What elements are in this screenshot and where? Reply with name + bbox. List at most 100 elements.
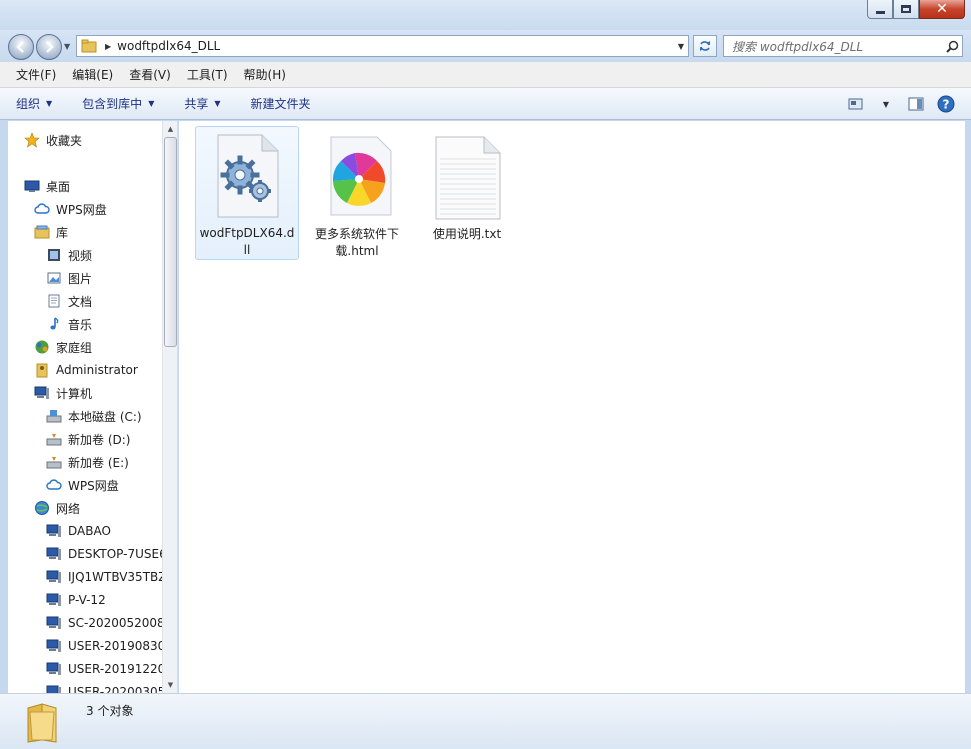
- nav-host-desktop[interactable]: DESKTOP-7USE6: [46, 543, 163, 565]
- nav-network[interactable]: 网络: [34, 497, 80, 519]
- close-icon: ✕: [936, 1, 948, 17]
- computer-icon: [46, 523, 62, 539]
- scrollbar-thumb[interactable]: [164, 137, 177, 347]
- nav-music[interactable]: 音乐: [46, 313, 92, 335]
- scroll-up-icon[interactable]: ▲: [163, 121, 177, 137]
- search-box[interactable]: 搜索 wodftpdlx64_DLL: [723, 35, 963, 57]
- menu-tools[interactable]: 工具(T): [179, 64, 236, 85]
- view-dropdown-button[interactable]: ▼: [875, 93, 897, 115]
- nav-drive-c-label: 本地磁盘 (C:): [68, 409, 142, 424]
- nav-favorites[interactable]: 收藏夹: [24, 129, 82, 151]
- back-button[interactable]: [8, 34, 34, 60]
- nav-videos-label: 视频: [68, 248, 93, 263]
- nav-drive-d[interactable]: 新加卷 (D:): [46, 428, 130, 450]
- toolbar-right: ▼ ?: [837, 93, 957, 115]
- chevron-down-icon: ▼: [46, 99, 53, 108]
- gear-file-icon: [211, 131, 283, 221]
- refresh-icon: [700, 41, 710, 51]
- nav-libraries[interactable]: 库: [34, 221, 68, 243]
- share-button[interactable]: 共享 ▼: [184, 95, 220, 112]
- nav-documents-label: 文档: [68, 294, 93, 309]
- nav-host-label: USER-20190830I: [68, 639, 163, 653]
- scroll-down-icon[interactable]: ▼: [163, 677, 177, 693]
- search-icon[interactable]: [942, 40, 962, 53]
- include-in-library-label: 包含到库中: [82, 97, 143, 111]
- computer-icon: [46, 638, 62, 654]
- command-bar: 组织 ▼ 包含到库中 ▼ 共享 ▼ 新建文件夹 ▼ ?: [0, 88, 971, 120]
- title-bar: ✕: [0, 0, 971, 30]
- nav-drive-c[interactable]: 本地磁盘 (C:): [46, 405, 142, 427]
- nav-scrollbar[interactable]: ▲ ▼: [162, 121, 177, 693]
- help-icon: ?: [937, 95, 955, 113]
- file-item-html[interactable]: 更多系统软件下载.html: [305, 126, 409, 260]
- menu-help[interactable]: 帮助(H): [236, 64, 294, 85]
- search-input[interactable]: 搜索 wodftpdlx64_DLL: [724, 38, 942, 55]
- include-in-library-button[interactable]: 包含到库中 ▼: [82, 95, 154, 112]
- computer-icon: [46, 661, 62, 677]
- nav-wps-cloud[interactable]: WPS网盘: [34, 198, 107, 220]
- nav-pictures-label: 图片: [68, 271, 93, 286]
- preview-pane-icon: [908, 97, 924, 111]
- nav-videos[interactable]: 视频: [46, 244, 92, 266]
- refresh-button[interactable]: [693, 35, 717, 57]
- organize-button[interactable]: 组织 ▼: [16, 95, 52, 112]
- nav-host-dabao[interactable]: DABAO: [46, 520, 163, 542]
- file-name: 使用说明.txt: [432, 227, 502, 241]
- nav-host-user-20200305[interactable]: USER-20200305I: [46, 681, 163, 693]
- view-options-button[interactable]: [845, 93, 867, 115]
- nav-host-sc[interactable]: SC-20200520083: [46, 612, 163, 634]
- file-item-txt[interactable]: 使用说明.txt: [415, 126, 519, 260]
- nav-host-user-20191220[interactable]: USER-20191220I: [46, 658, 163, 680]
- nav-computer[interactable]: 计算机: [34, 382, 92, 404]
- nav-wps-cloud-2-label: WPS网盘: [68, 478, 119, 493]
- chevron-down-icon: ▼: [148, 99, 155, 108]
- help-button[interactable]: ?: [935, 93, 957, 115]
- view-icon: [848, 98, 863, 110]
- computer-icon: [46, 569, 62, 585]
- menu-file[interactable]: 文件(F): [8, 64, 64, 85]
- nav-computer-label: 计算机: [56, 386, 93, 401]
- menu-edit[interactable]: 编辑(E): [64, 64, 121, 85]
- close-button[interactable]: ✕: [919, 0, 965, 19]
- library-icon: [34, 224, 50, 240]
- star-icon: [24, 132, 40, 148]
- computer-icon: [34, 385, 50, 401]
- nav-desktop[interactable]: 桌面: [24, 175, 70, 197]
- text-file-icon: [431, 130, 503, 222]
- computer-icon: [46, 684, 62, 693]
- nav-favorites-label: 收藏夹: [46, 133, 83, 148]
- nav-administrator[interactable]: Administrator: [34, 359, 138, 381]
- forward-button[interactable]: [36, 34, 62, 60]
- desktop-icon: [24, 178, 40, 194]
- nav-wps-cloud-2[interactable]: WPS网盘: [46, 474, 119, 496]
- nav-drive-e-label: 新加卷 (E:): [68, 455, 129, 470]
- new-folder-label: 新建文件夹: [250, 97, 311, 111]
- system-drive-icon: [46, 408, 62, 424]
- address-dropdown-icon[interactable]: ▼: [674, 42, 688, 51]
- maximize-button[interactable]: [893, 0, 919, 19]
- nav-host-label: DESKTOP-7USE6: [68, 547, 163, 561]
- computer-icon: [46, 592, 62, 608]
- breadcrumb-chevron-icon[interactable]: ▶: [105, 42, 111, 51]
- minimize-icon: [875, 10, 885, 14]
- nav-drive-e[interactable]: 新加卷 (E:): [46, 451, 129, 473]
- nav-host-label: SC-20200520083: [68, 616, 163, 630]
- share-label: 共享: [184, 97, 209, 111]
- nav-host-ijq[interactable]: IJQ1WTBV35TBZ: [46, 566, 163, 588]
- nav-libraries-label: 库: [56, 225, 69, 240]
- menu-view[interactable]: 查看(V): [121, 64, 179, 85]
- nav-pictures[interactable]: 图片: [46, 267, 92, 289]
- nav-documents[interactable]: 文档: [46, 290, 92, 312]
- nav-host-pv12[interactable]: P-V-12: [46, 589, 163, 611]
- new-folder-button[interactable]: 新建文件夹: [251, 95, 311, 112]
- nav-homegroup[interactable]: 家庭组: [34, 336, 92, 358]
- browser-icon: [321, 130, 393, 222]
- minimize-button[interactable]: [867, 0, 893, 19]
- file-item-dll[interactable]: wodFtpDLX64.dll: [195, 126, 299, 260]
- nav-music-label: 音乐: [68, 317, 93, 332]
- address-bar[interactable]: ▶ wodftpdlx64_DLL ▼: [76, 35, 689, 57]
- history-dropdown-icon[interactable]: ▼: [64, 42, 70, 51]
- preview-pane-button[interactable]: [905, 93, 927, 115]
- nav-host-label: DABAO: [68, 524, 111, 538]
- nav-host-user-20190830[interactable]: USER-20190830I: [46, 635, 163, 657]
